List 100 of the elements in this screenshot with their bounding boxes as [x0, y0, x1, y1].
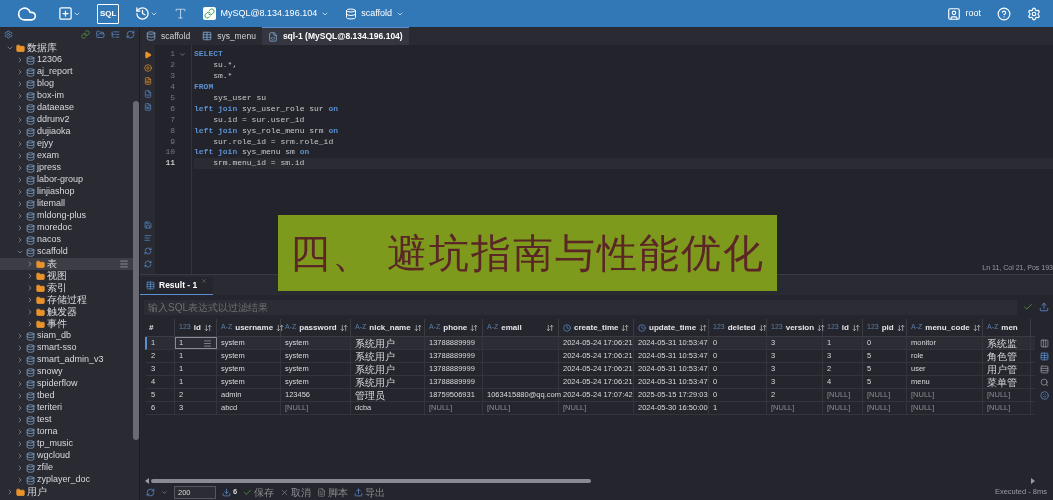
refresh-icon[interactable]	[146, 487, 155, 497]
sort-icon[interactable]	[413, 323, 422, 332]
save-icon[interactable]	[143, 221, 152, 229]
tree-item[interactable]: siam_db	[0, 330, 133, 342]
horizontal-scrollbar[interactable]	[145, 477, 1035, 484]
tree-item[interactable]: 存储过程	[0, 294, 133, 306]
tree-item[interactable]: mldong-plus	[0, 210, 133, 222]
tree-item[interactable]: 用户	[0, 486, 133, 498]
tree-item[interactable]: scaffold	[0, 246, 133, 258]
tree-item[interactable]: blog	[0, 78, 133, 90]
tree-item[interactable]: moredoc	[0, 222, 133, 234]
tree-item[interactable]: smart_admin_v3	[0, 354, 133, 366]
sort-icon[interactable]	[546, 323, 554, 332]
action-button[interactable]: 导出	[354, 484, 386, 500]
smile-icon[interactable]	[1039, 391, 1049, 400]
document-icon[interactable]	[143, 90, 152, 98]
tree-item[interactable]: dujiaoka	[0, 126, 133, 138]
tree-item[interactable]: box-im	[0, 90, 133, 102]
menu-icon[interactable]	[119, 259, 129, 269]
table-cell: 菜单管	[983, 376, 1031, 388]
code-line: left join sys_role_menu srm on	[194, 125, 340, 137]
add-icon[interactable]	[58, 6, 73, 21]
sort-icon[interactable]	[817, 323, 826, 332]
action-button[interactable]: 保存	[243, 484, 275, 500]
tree-item[interactable]: exam	[0, 150, 133, 162]
file-icon[interactable]	[143, 103, 152, 111]
sort-icon[interactable]	[204, 323, 212, 332]
fold-icon[interactable]	[179, 50, 186, 58]
search-icon[interactable]	[1039, 378, 1049, 387]
sort-icon[interactable]	[758, 323, 767, 332]
run-icon[interactable]	[143, 51, 152, 59]
tree-item[interactable]: zyplayer_doc	[0, 474, 133, 486]
editor-tab[interactable]: scaffold	[140, 27, 197, 45]
database-icon	[26, 235, 35, 245]
tree-item[interactable]: litemall	[0, 198, 133, 210]
apply-icon[interactable]	[1023, 302, 1033, 312]
tree-item[interactable]: 12306	[0, 54, 133, 66]
tree-item[interactable]: 表	[0, 258, 133, 270]
tree-item[interactable]: 视图	[0, 270, 133, 282]
editor-tab[interactable]: sql-1 (MySQL@8.134.196.104)	[261, 27, 409, 45]
tree-item[interactable]: aj_report	[0, 66, 133, 78]
sort-icon[interactable]	[896, 323, 905, 332]
refresh-icon[interactable]	[126, 29, 135, 39]
help-icon[interactable]	[997, 6, 1011, 21]
tree-item[interactable]: wgcloud	[0, 450, 133, 462]
upload-icon[interactable]	[1039, 302, 1049, 312]
tree-item[interactable]: ddrunv2	[0, 114, 133, 126]
folder-icon[interactable]	[96, 29, 105, 39]
tree-item[interactable]: tp_music	[0, 438, 133, 450]
history-icon[interactable]	[135, 6, 151, 21]
settings-icon[interactable]	[4, 29, 13, 39]
sort-icon[interactable]	[470, 323, 479, 332]
sort-icon[interactable]	[972, 323, 981, 332]
sql-button[interactable]: SQL	[97, 3, 120, 24]
tree-item[interactable]: 数据库	[0, 42, 133, 54]
action-button[interactable]: 脚本	[317, 484, 349, 500]
tree-item[interactable]: labor-group	[0, 174, 133, 186]
tree-item[interactable]: tbed	[0, 390, 133, 402]
column-header[interactable]: create_time	[559, 319, 634, 336]
tree-item[interactable]: 事件	[0, 318, 133, 330]
column-header[interactable]: update_time	[634, 319, 709, 336]
tree-item[interactable]: torna	[0, 426, 133, 438]
tree-item[interactable]: linjiashop	[0, 186, 133, 198]
run-script-icon[interactable]	[143, 64, 152, 72]
sort-icon[interactable]	[851, 323, 860, 332]
column-header[interactable]: #	[145, 319, 175, 336]
chevron-icon[interactable]	[161, 488, 168, 496]
tree-item[interactable]: test	[0, 414, 133, 426]
tree-item[interactable]: spiderflow	[0, 378, 133, 390]
tree-item[interactable]: ejyy	[0, 138, 133, 150]
tree-item[interactable]: zfile	[0, 462, 133, 474]
tree-item[interactable]: 触发器	[0, 306, 133, 318]
sort-icon[interactable]	[276, 323, 285, 332]
refresh-icon[interactable]	[143, 260, 152, 268]
collapse-icon[interactable]	[111, 29, 120, 39]
tree-item[interactable]: dataease	[0, 102, 133, 114]
link-icon[interactable]	[81, 29, 90, 39]
sort-icon[interactable]	[699, 323, 708, 332]
result-tab[interactable]: Result - 1	[140, 277, 214, 295]
sort-icon[interactable]	[621, 323, 630, 332]
editor-tab[interactable]: sys_menu	[196, 27, 262, 45]
action-button[interactable]: 取消	[280, 484, 312, 500]
tree-item[interactable]: jpress	[0, 162, 133, 174]
tree-item[interactable]: teriteri	[0, 402, 133, 414]
refresh-icon[interactable]	[143, 247, 152, 255]
sort-icon[interactable]	[339, 323, 348, 332]
table-icon[interactable]	[1039, 352, 1049, 361]
folder-icon	[36, 271, 45, 281]
database-selector[interactable]: scaffold	[345, 6, 404, 21]
tree-item[interactable]: 索引	[0, 282, 133, 294]
format-icon[interactable]	[174, 7, 188, 20]
tree-item[interactable]: nacos	[0, 234, 133, 246]
user-button[interactable]: root	[947, 6, 981, 21]
tree-item[interactable]: snowy	[0, 366, 133, 378]
tree-item[interactable]: smart-sso	[0, 342, 133, 354]
close-icon[interactable]	[201, 278, 208, 284]
connection-selector[interactable]: MySQL@8.134.196.104	[203, 6, 330, 21]
menu-icon[interactable]	[203, 338, 212, 348]
columns-icon[interactable]	[1039, 339, 1049, 348]
format-icon[interactable]	[143, 234, 152, 242]
